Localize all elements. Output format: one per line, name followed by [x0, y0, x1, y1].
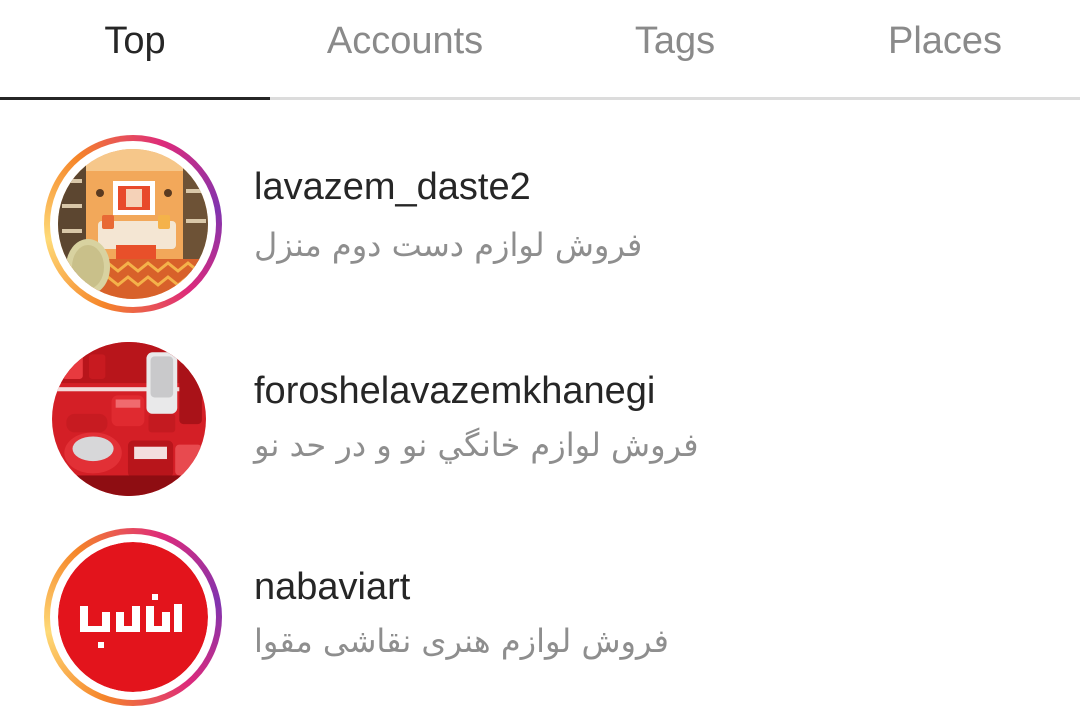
result-subtitle: فروش لوازم خانگي نو و در حد نو	[254, 426, 699, 464]
tab-accounts[interactable]: Accounts	[270, 0, 540, 97]
tab-places-label: Places	[887, 20, 1003, 62]
list-item[interactable]: foroshelavazemkhanegi فروش لوازم خانگي ن…	[0, 300, 1080, 500]
list-item[interactable]: lavazem_daste2 فروش لوازم دست دوم منزل	[0, 100, 1080, 313]
tab-places[interactable]: Places	[810, 0, 1080, 97]
result-username: foroshelavazemkhanegi	[254, 370, 656, 412]
result-subtitle: فروش لوازم دست دوم منزل	[254, 226, 643, 264]
avatar[interactable]	[44, 135, 222, 313]
tab-accounts-label: Accounts	[326, 20, 484, 62]
list-item[interactable]: nabaviart فروش لوازم هنری نقاشی مقوا	[0, 500, 1080, 706]
red-kitchen-appliances-photo-icon	[52, 342, 206, 496]
result-username: nabaviart	[254, 566, 411, 608]
tab-tags[interactable]: Tags	[540, 0, 810, 97]
tab-tags-label: Tags	[634, 20, 716, 62]
avatar[interactable]	[44, 528, 222, 706]
result-username: lavazem_daste2	[254, 166, 531, 208]
living-room-photo-icon	[58, 149, 208, 299]
search-results-list: lavazem_daste2 فروش لوازم دست دوم منزل f…	[0, 100, 1080, 706]
tab-top[interactable]: Top	[0, 0, 270, 97]
search-tab-bar: Top Accounts Tags Places	[0, 0, 1080, 100]
tab-top-label: Top	[104, 20, 166, 62]
nabavi-art-logo-icon	[58, 542, 208, 692]
result-subtitle: فروش لوازم هنری نقاشی مقوا	[254, 622, 669, 660]
avatar[interactable]	[52, 342, 206, 496]
